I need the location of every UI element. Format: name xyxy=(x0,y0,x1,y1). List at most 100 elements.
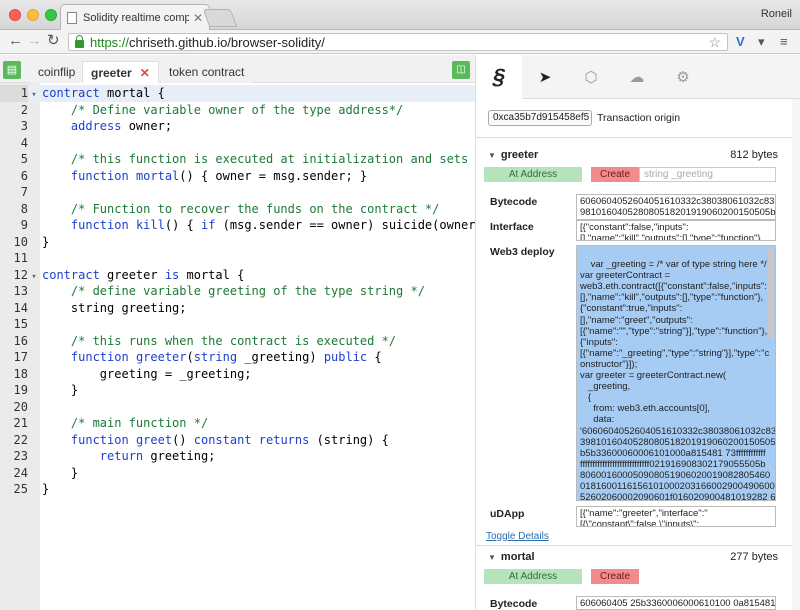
back-arrow-icon[interactable]: ← xyxy=(8,33,23,49)
url-path: chriseth.github.io/browser-solidity/ xyxy=(129,34,325,50)
browser-tab[interactable]: Solidity realtime compiler a ✕ xyxy=(60,4,210,30)
paper-plane-icon: ➤ xyxy=(538,69,552,86)
reload-icon[interactable]: ↻ xyxy=(47,33,60,49)
code-text: greeting = _greeting; xyxy=(42,366,252,381)
code-text: /* define variable greeting of the type … xyxy=(70,284,425,298)
close-tab-icon[interactable]: ✕ xyxy=(140,66,150,80)
code-line[interactable]: 16 /* this runs when the contract is exe… xyxy=(0,333,475,350)
new-tab-button[interactable] xyxy=(202,9,238,27)
toggle-details-link[interactable]: Toggle Details xyxy=(486,531,549,542)
line-number: 4 xyxy=(20,135,28,150)
code-line[interactable]: 9 function kill() { if (msg.sender == ow… xyxy=(0,217,475,234)
extension-v-icon[interactable]: V xyxy=(736,34,745,49)
code-line[interactable]: 23 return greeting; xyxy=(0,448,475,465)
code-text: /* Function to recover the funds on the … xyxy=(70,201,440,216)
code-line[interactable]: 2 /* Define variable owner of the type a… xyxy=(0,102,475,119)
window-minimize-button[interactable] xyxy=(27,9,39,21)
url-scheme: https:// xyxy=(90,34,130,50)
file-tab-coinflip[interactable]: coinflip xyxy=(30,61,84,83)
panel-scrollbar[interactable] xyxy=(792,99,800,610)
contract-header-greeter[interactable]: ▼ greeter 812 bytes xyxy=(488,149,778,161)
code-line[interactable]: 15 xyxy=(0,316,475,333)
cloud-upload-tab[interactable]: ☁ xyxy=(614,55,660,99)
code-line[interactable]: 14 string greeting; xyxy=(0,300,475,317)
line-number: 23 xyxy=(13,449,28,463)
code-line[interactable]: 5 /* this function is executed at initia… xyxy=(0,151,475,168)
toggle-panel-button[interactable]: ◫ xyxy=(452,61,470,79)
udapp-label: uDApp xyxy=(490,508,525,520)
line-number: 16 xyxy=(13,333,28,348)
send-transaction-tab[interactable]: ➤ xyxy=(522,55,568,99)
bytecode-textarea[interactable]: 606060405 25b3360006000610100 0a8154817 xyxy=(576,596,776,610)
line-number: 9 xyxy=(20,218,28,232)
code-editor[interactable]: 1 ▾ contract mortal {2 /* Define variable … xyxy=(0,83,475,610)
menu-icon[interactable]: ≡ xyxy=(780,34,788,49)
cube-tab[interactable]: ⬡ xyxy=(568,55,614,99)
window-close-button[interactable] xyxy=(9,9,21,21)
textarea-scrollbar[interactable] xyxy=(768,247,774,339)
code-text: function greet() constant returns (strin… xyxy=(70,432,389,447)
code-text: contract greeter is mortal { xyxy=(42,267,245,282)
udapp-textarea[interactable]: [{"name":"greeter","interface":" [{\"con… xyxy=(576,506,776,527)
settings-tab[interactable]: ⚙ xyxy=(660,55,706,99)
code-line[interactable]: 1 ▾ contract mortal { xyxy=(0,85,475,102)
code-line[interactable]: 20 xyxy=(0,399,475,416)
code-line[interactable]: 21 /* main function */ xyxy=(0,415,475,432)
code-line[interactable]: 17 function greeter(string _greeting) pu… xyxy=(0,349,475,366)
code-line[interactable]: 6 function mortal() { owner = msg.sender… xyxy=(0,168,475,185)
gear-icon: ⚙ xyxy=(676,69,690,86)
code-line[interactable]: 22 function greet() constant returns (st… xyxy=(0,432,475,449)
file-tab-label: coinflip xyxy=(38,65,76,79)
code-line[interactable]: 24 } xyxy=(0,465,475,482)
window-zoom-button[interactable] xyxy=(45,9,57,21)
bytecode-textarea[interactable]: 6060604052604051610332c38038061032c833 9… xyxy=(576,194,776,220)
compiler-panel: § ➤ ⬡ ☁ ⚙ 0xca35b7d915458ef5 ▾ Transacti… xyxy=(475,55,800,610)
code-line[interactable]: 19 } xyxy=(0,382,475,399)
code-text: /* main function */ xyxy=(70,416,209,430)
code-line[interactable]: 13 /* define variable greeting of the ty… xyxy=(0,283,475,300)
code-text: } xyxy=(42,465,79,480)
code-line[interactable]: 8 /* Function to recover the funds on th… xyxy=(0,201,475,218)
bytecode-label: Bytecode xyxy=(490,598,538,610)
code-line[interactable]: 3 address owner; xyxy=(0,118,475,135)
file-tab-token-contract[interactable]: token contract xyxy=(161,61,253,83)
pocket-icon[interactable]: ▾ xyxy=(758,34,765,50)
code-line[interactable]: 18 greeting = _greeting; xyxy=(0,366,475,383)
code-line[interactable]: 4 xyxy=(0,135,475,152)
file-tab-label: greeter xyxy=(91,66,132,80)
line-number: 10 xyxy=(13,234,28,249)
code-line[interactable]: 12 ▾ contract greeter is mortal { xyxy=(0,267,475,284)
transaction-origin-select[interactable]: 0xca35b7d915458ef5 ▾ xyxy=(488,110,592,126)
collapse-triangle-icon[interactable]: ▼ xyxy=(488,553,496,562)
contract-header-mortal[interactable]: ▼ mortal 277 bytes xyxy=(488,551,778,563)
code-text: function mortal() { owner = msg.sender; … xyxy=(70,168,368,183)
interface-textarea[interactable]: [{"constant":false,"inputs": [],"name":"… xyxy=(576,220,776,241)
web3-deploy-code: var _greeting = /* var of type string he… xyxy=(580,259,776,501)
divider xyxy=(476,137,793,138)
line-number: 8 xyxy=(20,201,28,216)
constructor-args-input[interactable]: string _greeting xyxy=(639,167,776,182)
at-address-button[interactable]: At Address xyxy=(484,569,582,584)
code-line[interactable]: 11 xyxy=(0,250,475,267)
new-file-button[interactable]: ▤ xyxy=(3,61,21,79)
code-line[interactable]: 25} xyxy=(0,481,475,498)
file-tab-greeter[interactable]: greeter ✕ xyxy=(82,61,159,83)
web3-deploy-label: Web3 deploy xyxy=(490,246,555,258)
solidity-logo-tab[interactable]: § xyxy=(476,55,522,99)
create-button[interactable]: Create xyxy=(591,569,639,584)
forward-arrow-icon[interactable]: → xyxy=(27,33,42,49)
create-button[interactable]: Create xyxy=(591,167,639,182)
bookmark-star-icon[interactable]: ☆ xyxy=(708,34,721,51)
code-text: string greeting; xyxy=(42,300,187,315)
transaction-origin-row: 0xca35b7d915458ef5 ▾ Transaction origin xyxy=(488,110,680,126)
profile-name[interactable]: Roneil xyxy=(761,8,792,20)
web3-deploy-textarea[interactable]: var _greeting = /* var of type string he… xyxy=(576,245,776,501)
code-line[interactable]: 7 xyxy=(0,184,475,201)
line-number: 14 xyxy=(13,300,28,315)
collapse-triangle-icon[interactable]: ▼ xyxy=(488,151,496,160)
code-line[interactable]: 10} xyxy=(0,234,475,251)
close-icon[interactable]: ✕ xyxy=(193,11,203,25)
address-bar[interactable]: https:// chriseth.github.io/browser-soli… xyxy=(68,33,728,51)
at-address-button[interactable]: At Address xyxy=(484,167,582,182)
